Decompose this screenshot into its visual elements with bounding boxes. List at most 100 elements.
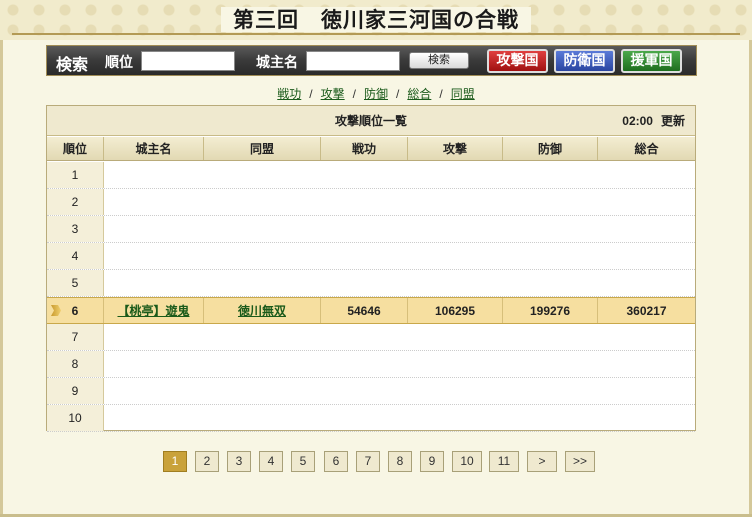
- page-button-4[interactable]: 4: [259, 451, 283, 472]
- row-merit: 54646: [321, 298, 408, 323]
- row-rank: 3: [47, 216, 104, 242]
- row-rank-text: 10: [68, 411, 82, 425]
- table-row: 5: [47, 270, 695, 297]
- row-total: [598, 189, 695, 215]
- row-attack: [408, 162, 503, 188]
- row-defense: [503, 324, 598, 350]
- search-label: 検索: [56, 55, 89, 74]
- lord-name-link[interactable]: 【桃亭】遊鬼: [117, 304, 189, 318]
- row-rank: 9: [47, 378, 104, 404]
- table-row: 2: [47, 189, 695, 216]
- defense-country-button[interactable]: 防衛国: [554, 49, 615, 73]
- row-total: [598, 378, 695, 404]
- page-button-5[interactable]: 5: [291, 451, 315, 472]
- lord-input[interactable]: [306, 51, 400, 71]
- row-merit: [321, 405, 408, 431]
- row-total: [598, 324, 695, 350]
- col-attack[interactable]: 攻撃: [408, 137, 503, 160]
- sort-link-total[interactable]: 総合: [407, 87, 431, 101]
- page-button-6[interactable]: 6: [324, 451, 348, 472]
- sort-link-alliance[interactable]: 同盟: [451, 87, 475, 101]
- row-total: [598, 216, 695, 242]
- page-button-8[interactable]: 8: [388, 451, 412, 472]
- row-attack: 106295: [408, 298, 503, 323]
- support-country-button[interactable]: 援軍国: [621, 49, 682, 73]
- row-merit: [321, 270, 408, 296]
- page-button-9[interactable]: 9: [420, 451, 444, 472]
- row-defense-text: 199276: [529, 304, 571, 318]
- last-page-button[interactable]: >>: [565, 451, 595, 472]
- row-rank: 6: [47, 298, 104, 323]
- page-button-3[interactable]: 3: [227, 451, 251, 472]
- search-button[interactable]: 検索: [409, 52, 469, 69]
- sort-separator: /: [439, 87, 443, 101]
- row-rank: 1: [47, 162, 104, 188]
- rank-input[interactable]: [141, 51, 235, 71]
- ranking-table: 攻撃順位一覧 02:00 更新 順位 城主名 同盟 戦功 攻撃 防御 総合 1 2 3…: [46, 105, 696, 432]
- row-alliance: [204, 378, 321, 404]
- row-defense: [503, 243, 598, 269]
- row-rank-text: 8: [71, 357, 79, 371]
- row-rank: 2: [47, 189, 104, 215]
- row-alliance: [204, 162, 321, 188]
- row-rank: 7: [47, 324, 104, 350]
- row-rank-text: 6: [71, 304, 79, 318]
- row-attack: [408, 270, 503, 296]
- page-button-10[interactable]: 10: [452, 451, 482, 472]
- row-lord-name: [104, 324, 204, 350]
- sort-separator: /: [352, 87, 356, 101]
- table-row: 3: [47, 216, 695, 243]
- row-rank-text: 3: [71, 222, 79, 236]
- row-merit: [321, 189, 408, 215]
- page-title: 第三回 徳川家三河国の合戦: [221, 7, 531, 32]
- row-lord-name: [104, 216, 204, 242]
- row-total: [598, 405, 695, 431]
- row-rank-text: 9: [71, 384, 79, 398]
- col-rank[interactable]: 順位: [47, 137, 104, 160]
- table-header: 順位 城主名 同盟 戦功 攻撃 防御 総合: [47, 137, 695, 161]
- update-info: 02:00 更新: [622, 106, 685, 136]
- col-alliance[interactable]: 同盟: [204, 137, 321, 160]
- row-defense: [503, 189, 598, 215]
- row-rank-text: 2: [71, 195, 79, 209]
- page-button-11[interactable]: 11: [489, 451, 519, 472]
- row-rank-text: 7: [71, 330, 79, 344]
- table-row: 8: [47, 351, 695, 378]
- table-title: 攻撃順位一覧: [47, 106, 695, 136]
- row-rank: 10: [47, 405, 104, 431]
- row-defense: [503, 162, 598, 188]
- row-defense: [503, 351, 598, 377]
- col-defense[interactable]: 防御: [503, 137, 598, 160]
- row-attack: [408, 324, 503, 350]
- col-merit[interactable]: 戦功: [321, 137, 408, 160]
- sort-link-merit[interactable]: 戦功: [277, 87, 301, 101]
- col-total[interactable]: 総合: [598, 137, 695, 160]
- table-row: 4: [47, 243, 695, 270]
- alliance-link[interactable]: 徳川無双: [238, 304, 286, 318]
- row-lord-name: 【桃亭】遊鬼: [104, 298, 204, 323]
- row-merit-text: 54646: [347, 304, 381, 318]
- page-button-1[interactable]: 1: [163, 451, 187, 472]
- row-defense: [503, 378, 598, 404]
- table-row: 1: [47, 162, 695, 189]
- table-row-highlighted: 6 【桃亭】遊鬼 徳川無双 54646 106295 199276 360217: [47, 297, 695, 324]
- row-alliance: [204, 270, 321, 296]
- sort-link-defense[interactable]: 防御: [364, 87, 388, 101]
- row-alliance: [204, 189, 321, 215]
- page-button-7[interactable]: 7: [356, 451, 380, 472]
- row-total: 360217: [598, 298, 695, 323]
- row-rank-text: 5: [71, 276, 79, 290]
- row-rank: 4: [47, 243, 104, 269]
- row-total-text: 360217: [626, 304, 667, 318]
- next-page-button[interactable]: >: [527, 451, 557, 472]
- table-body: 1 2 3 4 5 6 【桃亭】遊鬼 徳川無双 54646 106295 199276 360217 7…: [47, 162, 695, 432]
- row-total: [598, 270, 695, 296]
- sort-link-attack[interactable]: 攻撃: [321, 87, 345, 101]
- page-button-2[interactable]: 2: [195, 451, 219, 472]
- col-lord[interactable]: 城主名: [104, 137, 204, 160]
- row-defense: [503, 270, 598, 296]
- refresh-link[interactable]: 更新: [661, 114, 685, 128]
- row-merit: [321, 243, 408, 269]
- attack-country-button[interactable]: 攻撃国: [487, 49, 548, 73]
- row-merit: [321, 351, 408, 377]
